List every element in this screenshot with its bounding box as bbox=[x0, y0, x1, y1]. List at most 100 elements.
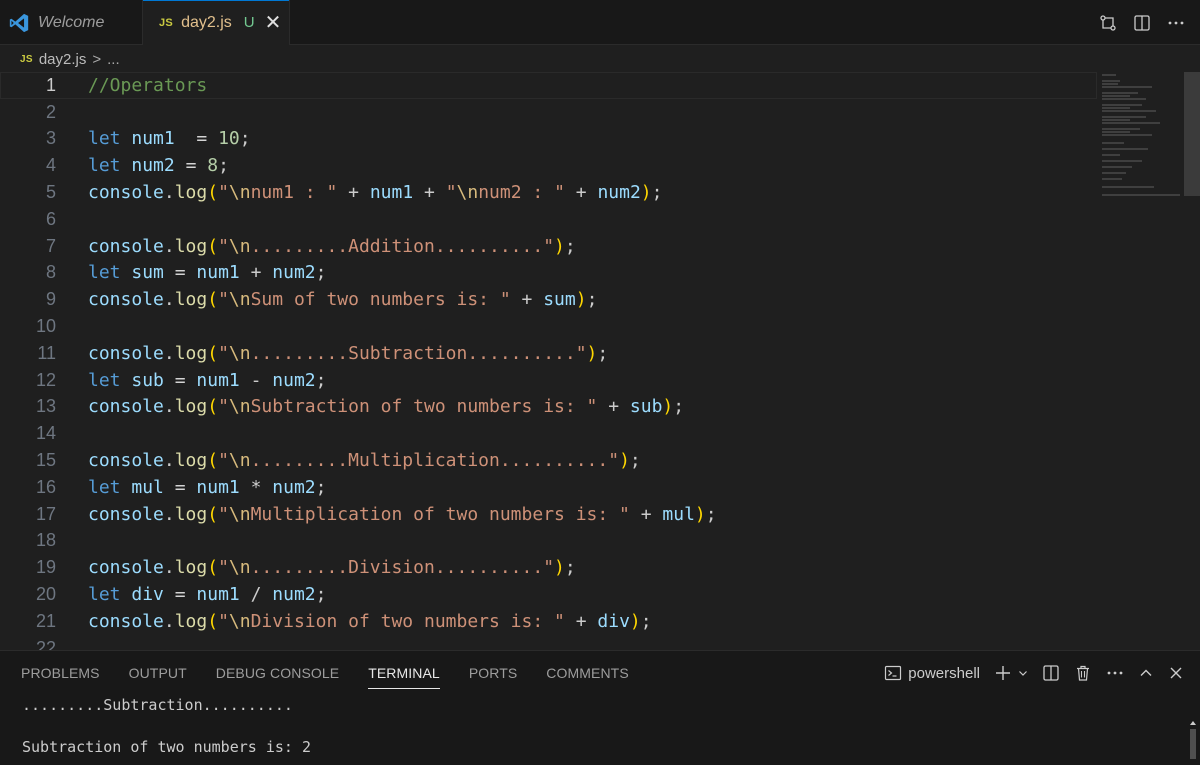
code-text: let sum = num1 + num2; bbox=[88, 262, 327, 284]
code-text: //Operators bbox=[88, 75, 207, 96]
close-icon[interactable] bbox=[1168, 665, 1184, 681]
code-text: console.log("\nSum of two numbers is: " … bbox=[88, 289, 598, 311]
code-line: 2 bbox=[0, 99, 1100, 126]
chevron-down-icon bbox=[1019, 671, 1027, 676]
code-editor[interactable]: 1 //Operators 2 3 let num1 = 10; 4 let n… bbox=[0, 72, 1200, 650]
terminal-scrollbar[interactable] bbox=[1188, 719, 1198, 764]
more-actions-icon[interactable] bbox=[1106, 664, 1124, 682]
line-number: 9 bbox=[45, 289, 56, 310]
tab-ports[interactable]: PORTS bbox=[469, 651, 517, 695]
terminal-line: Subtraction of two numbers is: 2 bbox=[22, 738, 311, 756]
panel-tabs: PROBLEMS OUTPUT DEBUG CONSOLE TERMINAL P… bbox=[0, 651, 637, 695]
line-number: 14 bbox=[35, 423, 56, 444]
terminal-output[interactable]: .........Subtraction.......... Subtracti… bbox=[22, 695, 311, 758]
new-terminal-button[interactable] bbox=[994, 664, 1028, 682]
code-line: 1 //Operators bbox=[0, 72, 1097, 99]
code-line: 12 let sub = num1 - num2; bbox=[0, 367, 1100, 394]
code-text: console.log("\n.........Subtraction.....… bbox=[88, 342, 609, 364]
tab-comments[interactable]: COMMENTS bbox=[546, 651, 628, 695]
code-text: console.log("\nMultiplication of two num… bbox=[88, 503, 717, 525]
code-line: 21 console.log("\nDivision of two number… bbox=[0, 608, 1100, 635]
code-line: 6 bbox=[0, 206, 1100, 233]
code-line: 15 console.log("\n.........Multiplicatio… bbox=[0, 447, 1100, 474]
line-number: 6 bbox=[45, 208, 56, 229]
code-text: console.log("\n.........Multiplication..… bbox=[88, 450, 641, 472]
line-number: 17 bbox=[35, 503, 56, 524]
line-number: 20 bbox=[35, 584, 56, 605]
trash-icon[interactable] bbox=[1074, 664, 1092, 682]
code-line: 8 let sum = num1 + num2; bbox=[0, 260, 1100, 287]
line-number: 7 bbox=[45, 235, 56, 256]
code-line: 14 bbox=[0, 420, 1100, 447]
code-text: console.log("\nSubtraction of two number… bbox=[88, 396, 685, 418]
tab-welcome[interactable]: Welcome bbox=[0, 0, 143, 45]
minimap[interactable] bbox=[1102, 72, 1182, 202]
line-number: 3 bbox=[45, 128, 56, 149]
line-number: 2 bbox=[45, 101, 56, 122]
close-icon[interactable]: ✕ bbox=[265, 13, 282, 33]
code-line: 22 bbox=[0, 635, 1100, 650]
chevron-right-icon: > bbox=[92, 50, 102, 68]
code-line: 19 console.log("\n.........Division.....… bbox=[0, 554, 1100, 581]
line-number: 19 bbox=[35, 557, 56, 578]
terminal-icon bbox=[885, 665, 902, 681]
vscode-icon bbox=[9, 13, 29, 32]
line-number: 8 bbox=[45, 262, 56, 283]
js-file-icon: JS bbox=[20, 53, 33, 65]
editor-tab-bar: Welcome JS day2.js U ✕ bbox=[0, 0, 1200, 45]
untracked-status-badge: U bbox=[243, 14, 255, 31]
editor-actions bbox=[1098, 0, 1186, 45]
more-actions-icon[interactable] bbox=[1166, 13, 1186, 33]
line-number: 15 bbox=[35, 450, 56, 471]
breadcrumb: JS day2.js > ... bbox=[20, 46, 120, 72]
line-number: 16 bbox=[35, 476, 56, 497]
source-control-icon[interactable] bbox=[1098, 13, 1118, 33]
tab-problems[interactable]: PROBLEMS bbox=[21, 651, 100, 695]
tab-debug-console[interactable]: DEBUG CONSOLE bbox=[216, 651, 339, 695]
line-number: 12 bbox=[35, 369, 56, 390]
line-number: 21 bbox=[35, 610, 56, 631]
split-terminal-icon[interactable] bbox=[1042, 664, 1060, 682]
editor-scrollbar[interactable] bbox=[1184, 72, 1200, 196]
terminal-line: .........Subtraction.......... bbox=[22, 696, 293, 714]
tab-terminal[interactable]: TERMINAL bbox=[368, 651, 440, 695]
code-line: 3 let num1 = 10; bbox=[0, 126, 1100, 153]
line-number: 1 bbox=[45, 74, 56, 95]
code-text: let num2 = 8; bbox=[88, 155, 229, 177]
tab-day2-js[interactable]: JS day2.js U ✕ bbox=[143, 0, 290, 45]
code-line: 17 console.log("\nMultiplication of two … bbox=[0, 501, 1100, 528]
code-line: 10 bbox=[0, 313, 1100, 340]
comment-token: //Operators bbox=[88, 74, 208, 96]
maximize-panel-icon[interactable] bbox=[1138, 665, 1154, 681]
code-text: console.log("\nDivision of two numbers i… bbox=[88, 610, 652, 632]
code-line: 9 console.log("\nSum of two numbers is: … bbox=[0, 286, 1100, 313]
breadcrumb-file[interactable]: day2.js bbox=[39, 51, 87, 68]
terminal-selector[interactable]: powershell bbox=[884, 664, 980, 682]
panel-actions: powershell bbox=[884, 651, 1184, 695]
line-number: 5 bbox=[45, 182, 56, 203]
js-file-icon: JS bbox=[159, 16, 174, 29]
code-text: console.log("\n.........Addition........… bbox=[88, 235, 576, 257]
code-text: console.log("\nnum1 : " + num1 + "\nnum2… bbox=[88, 182, 663, 204]
line-number: 18 bbox=[35, 530, 56, 551]
code-line: 13 console.log("\nSubtraction of two num… bbox=[0, 394, 1100, 421]
line-number: 4 bbox=[45, 155, 56, 176]
code-line: 18 bbox=[0, 528, 1100, 555]
shell-name: powershell bbox=[908, 664, 980, 682]
code-line: 16 let mul = num1 * num2; bbox=[0, 474, 1100, 501]
line-number: 10 bbox=[35, 316, 56, 337]
line-number: 13 bbox=[35, 396, 56, 417]
line-number: 11 bbox=[37, 342, 56, 363]
code-text: console.log("\n.........Division........… bbox=[88, 557, 576, 579]
line-number: 22 bbox=[35, 637, 56, 650]
plus-icon bbox=[996, 666, 1010, 680]
tab-label: day2.js bbox=[181, 13, 232, 31]
breadcrumb-symbols[interactable]: ... bbox=[107, 51, 120, 68]
tab-label: Welcome bbox=[38, 13, 105, 31]
tab-output[interactable]: OUTPUT bbox=[129, 651, 187, 695]
code-line: 5 console.log("\nnum1 : " + num1 + "\nnu… bbox=[0, 179, 1100, 206]
code-line: 4 let num2 = 8; bbox=[0, 152, 1100, 179]
code-text: let div = num1 / num2; bbox=[88, 584, 327, 606]
split-editor-icon[interactable] bbox=[1132, 13, 1152, 33]
